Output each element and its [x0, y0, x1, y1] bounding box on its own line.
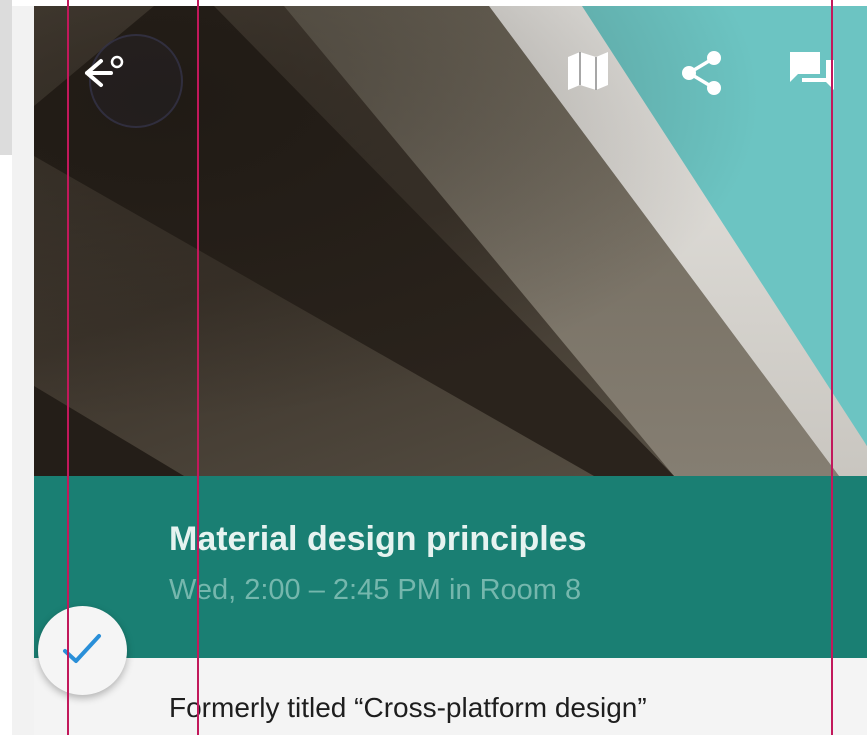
back-button[interactable]	[85, 34, 183, 128]
keyline-guide-content	[197, 0, 199, 735]
page-edge-bottom	[0, 155, 12, 735]
session-detail-screen	[34, 6, 867, 735]
session-title-block	[34, 476, 867, 658]
session-schedule: Wed, 2:00 – 2:45 PM in Room 8	[169, 574, 582, 606]
back-arrow-icon	[85, 55, 124, 87]
keyline-guide-left	[67, 0, 69, 735]
page-edge-top	[0, 0, 12, 155]
map-icon[interactable]	[566, 50, 610, 92]
keyline-guide-right	[831, 0, 833, 735]
session-description: Formerly titled “Cross-platform design”	[169, 692, 647, 723]
add-to-schedule-button[interactable]	[38, 606, 127, 695]
share-icon[interactable]	[677, 50, 727, 96]
session-title: Material design principles	[169, 520, 587, 558]
